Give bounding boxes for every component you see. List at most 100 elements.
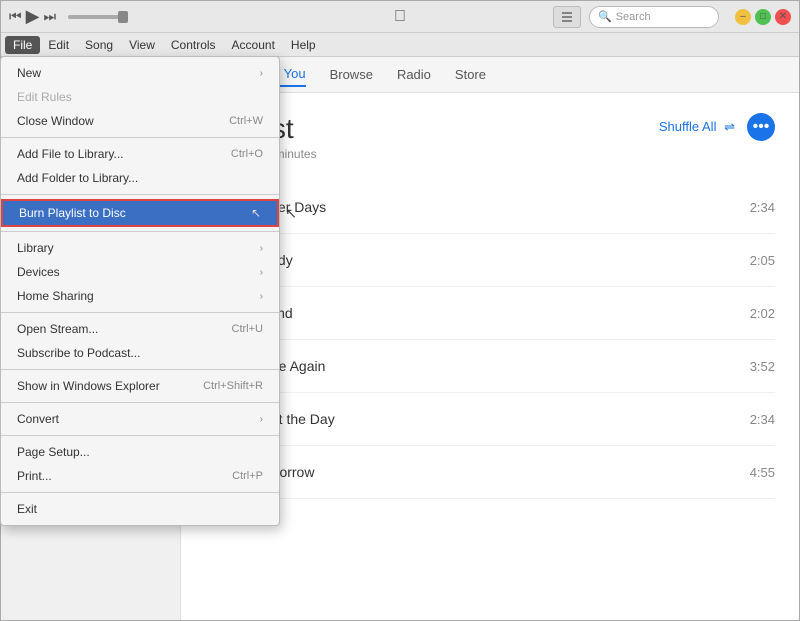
title-bar: ⏮ ▶ ⏭  🔍 Search – □ ✕ bbox=[1, 1, 799, 33]
menu-view[interactable]: View bbox=[121, 36, 163, 54]
menu-edit-rules: Edit Rules bbox=[1, 85, 279, 109]
separator bbox=[1, 402, 279, 403]
separator bbox=[1, 312, 279, 313]
song-duration: 2:34 bbox=[750, 200, 775, 215]
print-shortcut: Ctrl+P bbox=[232, 470, 263, 482]
more-icon: ••• bbox=[753, 118, 770, 136]
song-row[interactable]: ♪ Friend 2:02 bbox=[205, 287, 775, 340]
separator bbox=[1, 435, 279, 436]
play-button[interactable]: ▶ bbox=[26, 6, 40, 27]
menu-edit[interactable]: Edit bbox=[40, 36, 77, 54]
song-row[interactable]: ♪ Buddy 2:05 bbox=[205, 234, 775, 287]
menu-file[interactable]: File bbox=[5, 36, 40, 54]
maximize-button[interactable]: □ bbox=[755, 9, 771, 25]
file-menu-dropdown: New › Edit Rules Close Window Ctrl+W Add… bbox=[0, 56, 280, 526]
menu-library[interactable]: Library › bbox=[1, 236, 279, 260]
song-row[interactable]: ♪ Once Again 3:52 bbox=[205, 340, 775, 393]
song-title: Buddy bbox=[253, 252, 738, 268]
menu-home-sharing[interactable]: Home Sharing › bbox=[1, 284, 279, 308]
menu-edit-rules-label: Edit Rules bbox=[17, 90, 72, 104]
close-window-shortcut: Ctrl+W bbox=[229, 115, 263, 127]
submenu-arrow: › bbox=[260, 267, 263, 278]
menu-add-file[interactable]: Add File to Library... Ctrl+O bbox=[1, 142, 279, 166]
menu-exit[interactable]: Exit bbox=[1, 497, 279, 521]
shuffle-button[interactable]: Shuffle All ⇌ bbox=[659, 119, 735, 135]
tab-store[interactable]: Store bbox=[455, 63, 486, 86]
list-view-button[interactable] bbox=[553, 6, 581, 28]
menu-close-window-label: Close Window bbox=[17, 114, 94, 128]
menu-show-explorer[interactable]: Show in Windows Explorer Ctrl+Shift+R bbox=[1, 374, 279, 398]
menu-subscribe-podcast-label: Subscribe to Podcast... bbox=[17, 346, 140, 360]
song-row[interactable]: ♪ Start the Day 2:34 bbox=[205, 393, 775, 446]
submenu-arrow: › bbox=[260, 243, 263, 254]
menu-add-folder-label: Add Folder to Library... bbox=[17, 171, 138, 185]
rewind-button[interactable]: ⏮ bbox=[9, 8, 22, 25]
shuffle-icon: ⇌ bbox=[724, 119, 735, 134]
playback-controls: ⏮ ▶ ⏭ bbox=[9, 6, 128, 27]
separator bbox=[1, 492, 279, 493]
menu-controls[interactable]: Controls bbox=[163, 36, 224, 54]
menu-account[interactable]: Account bbox=[224, 36, 283, 54]
menu-exit-label: Exit bbox=[17, 502, 37, 516]
dropdown-menu-content: New › Edit Rules Close Window Ctrl+W Add… bbox=[0, 56, 280, 526]
menu-burn-playlist[interactable]: Burn Playlist to Disc ↖ bbox=[1, 199, 279, 227]
song-title: Once Again bbox=[253, 358, 738, 374]
search-icon: 🔍 bbox=[598, 10, 612, 23]
cursor-indicator: ↖ bbox=[251, 206, 261, 220]
menu-help[interactable]: Help bbox=[283, 36, 324, 54]
menu-library-label: Library bbox=[17, 241, 54, 255]
menu-convert[interactable]: Convert › bbox=[1, 407, 279, 431]
menu-new[interactable]: New › bbox=[1, 61, 279, 85]
song-row[interactable]: ♪ Tomorrow 4:55 bbox=[205, 446, 775, 499]
add-file-shortcut: Ctrl+O bbox=[231, 148, 263, 160]
menu-open-stream[interactable]: Open Stream... Ctrl+U bbox=[1, 317, 279, 341]
separator bbox=[1, 369, 279, 370]
song-duration: 2:34 bbox=[750, 412, 775, 427]
more-button[interactable]: ••• bbox=[747, 113, 775, 141]
submenu-arrow: › bbox=[260, 291, 263, 302]
list-icon bbox=[560, 11, 574, 23]
tab-browse[interactable]: Browse bbox=[330, 63, 373, 86]
menu-show-explorer-label: Show in Windows Explorer bbox=[17, 379, 160, 393]
song-duration: 4:55 bbox=[750, 465, 775, 480]
playlist-actions: Shuffle All ⇌ ••• bbox=[659, 113, 775, 141]
menu-new-label: New bbox=[17, 66, 41, 80]
playlist-header: Playlist 6 songs • 18 minutes Shuffle Al… bbox=[205, 113, 775, 161]
tab-radio[interactable]: Radio bbox=[397, 63, 431, 86]
menu-burn-playlist-label: Burn Playlist to Disc bbox=[19, 206, 126, 220]
song-duration: 2:02 bbox=[750, 306, 775, 321]
minimize-button[interactable]: – bbox=[735, 9, 751, 25]
separator bbox=[1, 231, 279, 232]
menu-devices-label: Devices bbox=[17, 265, 60, 279]
apple-logo:  bbox=[394, 8, 406, 26]
menu-bar: File Edit Song View Controls Account Hel… bbox=[1, 33, 799, 57]
search-placeholder: Search bbox=[616, 11, 651, 23]
open-stream-shortcut: Ctrl+U bbox=[232, 323, 263, 335]
menu-page-setup-label: Page Setup... bbox=[17, 445, 90, 459]
song-title: Tomorrow bbox=[253, 464, 738, 480]
song-list: ♪ Better Days 2:34 ♪ Buddy 2:05 bbox=[205, 181, 775, 499]
menu-devices[interactable]: Devices › bbox=[1, 260, 279, 284]
song-title: Better Days bbox=[253, 199, 738, 215]
separator bbox=[1, 137, 279, 138]
search-box[interactable]: 🔍 Search bbox=[589, 6, 719, 28]
forward-button[interactable]: ⏭ bbox=[43, 8, 56, 25]
menu-home-sharing-label: Home Sharing bbox=[17, 289, 94, 303]
shuffle-label: Shuffle All bbox=[659, 119, 717, 134]
menu-song[interactable]: Song bbox=[77, 36, 121, 54]
show-explorer-shortcut: Ctrl+Shift+R bbox=[203, 380, 263, 392]
menu-page-setup[interactable]: Page Setup... bbox=[1, 440, 279, 464]
menu-close-window[interactable]: Close Window Ctrl+W bbox=[1, 109, 279, 133]
title-bar-right: 🔍 Search – □ ✕ bbox=[553, 6, 791, 28]
menu-print[interactable]: Print... Ctrl+P bbox=[1, 464, 279, 488]
menu-print-label: Print... bbox=[17, 469, 52, 483]
song-duration: 3:52 bbox=[750, 359, 775, 374]
menu-convert-label: Convert bbox=[17, 412, 59, 426]
close-button[interactable]: ✕ bbox=[775, 9, 791, 25]
menu-add-file-label: Add File to Library... bbox=[17, 147, 124, 161]
volume-slider[interactable] bbox=[68, 15, 128, 19]
menu-subscribe-podcast[interactable]: Subscribe to Podcast... bbox=[1, 341, 279, 365]
submenu-arrow: › bbox=[260, 414, 263, 425]
menu-add-folder[interactable]: Add Folder to Library... bbox=[1, 166, 279, 190]
song-title: Start the Day bbox=[253, 411, 738, 427]
